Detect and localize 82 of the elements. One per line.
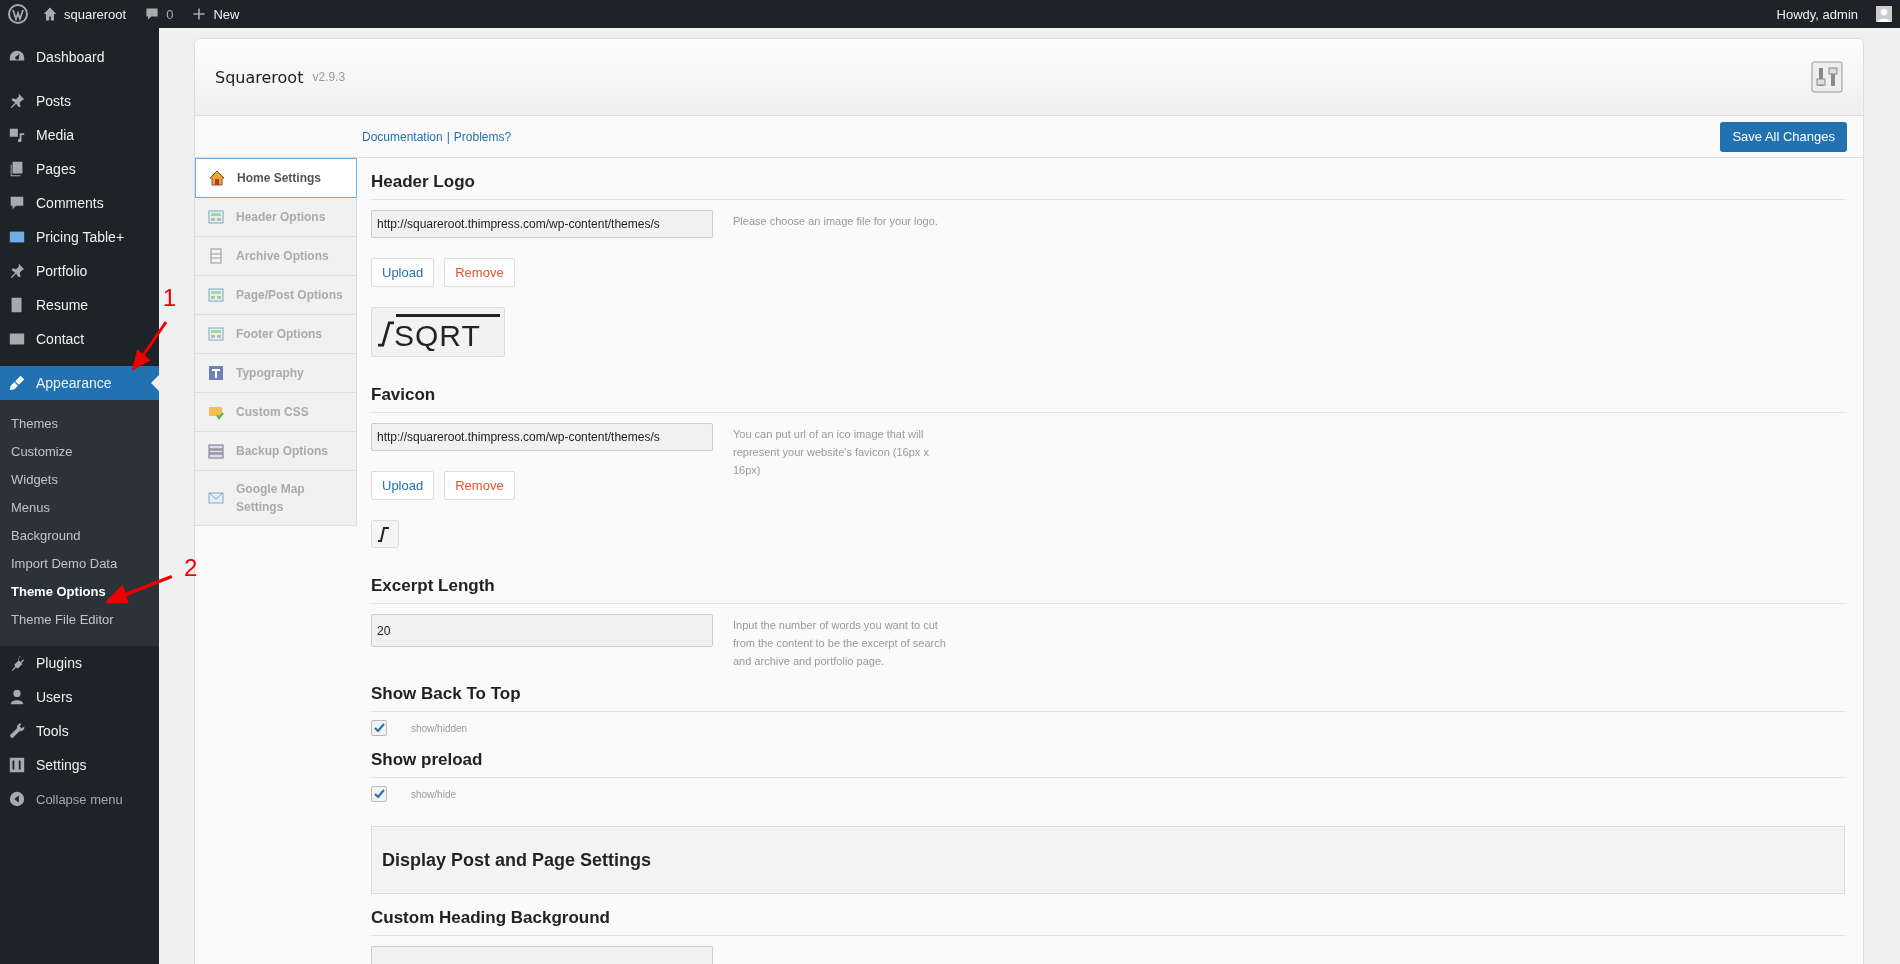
upload-button[interactable]: Upload bbox=[371, 258, 435, 287]
pushpin-icon bbox=[8, 92, 26, 110]
account-link[interactable]: Howdy, admin bbox=[1776, 6, 1858, 22]
menu-item[interactable]: Resume bbox=[0, 288, 159, 322]
layout-icon bbox=[208, 287, 224, 303]
submenu-item[interactable]: Theme Options bbox=[0, 578, 159, 606]
submenu-item[interactable]: Theme File Editor bbox=[0, 606, 159, 634]
text-field[interactable]: 20 bbox=[371, 614, 713, 647]
documentation-link[interactable]: Documentation bbox=[362, 129, 443, 144]
menu-item[interactable]: Contact bbox=[0, 322, 159, 356]
menu-item[interactable]: Plugins bbox=[0, 646, 159, 680]
house-icon bbox=[209, 170, 225, 186]
option-description: Input the number of words you want to cut from the content to be the excerpt of search and archive and portfolio page. bbox=[733, 618, 947, 669]
menu-item[interactable]: Pages bbox=[0, 152, 159, 186]
step-number: 2 bbox=[184, 554, 198, 582]
option-title: Header Logo bbox=[371, 158, 1845, 200]
checkbox[interactable] bbox=[371, 786, 387, 802]
upload-button[interactable]: Upload bbox=[371, 471, 435, 500]
menu-item[interactable]: Comments bbox=[0, 186, 159, 220]
submenu-item[interactable]: Import Demo Data bbox=[0, 550, 159, 578]
submenu-item[interactable]: Widgets bbox=[0, 466, 159, 494]
menu-item[interactable]: Portfolio bbox=[0, 254, 159, 288]
sliders-icon bbox=[1811, 61, 1843, 93]
save-all-changes-button[interactable]: Save All Changes bbox=[1720, 121, 1847, 152]
remove-button[interactable]: Remove bbox=[444, 258, 515, 287]
menu-item[interactable]: Dashboard bbox=[0, 40, 159, 74]
menu-item[interactable]: Users bbox=[0, 680, 159, 714]
home-icon[interactable] bbox=[42, 6, 58, 22]
paintbrush-icon bbox=[8, 374, 26, 392]
remove-button[interactable]: Remove bbox=[444, 471, 515, 500]
layout-icon bbox=[208, 209, 224, 225]
media-icon bbox=[8, 126, 26, 144]
collapse-menu-button[interactable]: Collapse menu bbox=[0, 782, 159, 816]
stack-icon bbox=[208, 443, 224, 459]
option-title: Custom Heading Background bbox=[371, 894, 1845, 936]
speech-bubble-icon[interactable] bbox=[144, 6, 161, 22]
problems-link[interactable]: Problems? bbox=[453, 129, 512, 144]
checkbox[interactable] bbox=[371, 720, 387, 736]
menu-item[interactable]: Appearance bbox=[0, 366, 159, 400]
logo-preview: SQRT bbox=[371, 307, 505, 357]
css-badge-icon bbox=[208, 404, 224, 420]
options-tab[interactable]: Home Settings bbox=[195, 158, 357, 198]
document-icon bbox=[208, 248, 224, 264]
panel-title: Squareroot bbox=[215, 67, 304, 87]
comment-count[interactable]: 0 bbox=[166, 6, 174, 22]
option-title: Favicon bbox=[371, 371, 1845, 413]
submenu-item[interactable]: Menus bbox=[0, 494, 159, 522]
submenu-item[interactable]: Themes bbox=[0, 410, 159, 438]
menu-item[interactable]: Settings bbox=[0, 748, 159, 782]
pushpin-icon bbox=[8, 262, 26, 280]
text-field[interactable]: http://squareroot.thimpress.com/wp-content/themes/s bbox=[371, 423, 713, 451]
version-label: v2.9.3 bbox=[312, 70, 346, 84]
plus-icon[interactable] bbox=[191, 6, 208, 22]
collapse-icon bbox=[8, 790, 26, 808]
submenu-item[interactable]: Customize bbox=[0, 438, 159, 466]
menu-item[interactable]: Posts bbox=[0, 84, 159, 118]
option-description: Please choose an image file for your logo. bbox=[733, 214, 939, 229]
annotation-arrow bbox=[106, 572, 174, 606]
new-link[interactable]: New bbox=[213, 6, 240, 22]
option-description: You can put url of an ico image that will represent your website's favicon (16px x 16px) bbox=[733, 427, 930, 478]
option-title: Excerpt Length bbox=[371, 562, 1845, 604]
option-title: Show preload bbox=[371, 736, 1845, 778]
menu-item[interactable]: Media bbox=[0, 118, 159, 152]
site-link[interactable]: squareroot bbox=[64, 6, 127, 22]
section-group-heading: Display Post and Page Settings bbox=[371, 826, 1845, 894]
favicon-preview-icon bbox=[371, 520, 399, 548]
submenu-item[interactable]: Background bbox=[0, 522, 159, 550]
user-icon bbox=[8, 688, 26, 706]
menu-item[interactable]: Pricing Table+ bbox=[0, 220, 159, 254]
wrench-icon bbox=[8, 722, 26, 740]
step-number: 1 bbox=[162, 284, 176, 312]
checkbox-label: show/hidden bbox=[411, 722, 468, 734]
checkbox-label: show/hide bbox=[411, 788, 457, 800]
wordpress-logo-icon[interactable] bbox=[8, 4, 28, 24]
layout-icon bbox=[208, 326, 224, 342]
root-sign-icon bbox=[378, 319, 394, 349]
link-separator: | bbox=[446, 129, 450, 144]
sliders-icon bbox=[8, 756, 26, 774]
letter-t-icon bbox=[208, 365, 224, 381]
text-field[interactable]: http://squareroot.thimpress.com/wp-content/themes/s bbox=[371, 210, 713, 238]
menu-item[interactable]: Tools bbox=[0, 714, 159, 748]
option-title: Show Back To Top bbox=[371, 670, 1845, 712]
